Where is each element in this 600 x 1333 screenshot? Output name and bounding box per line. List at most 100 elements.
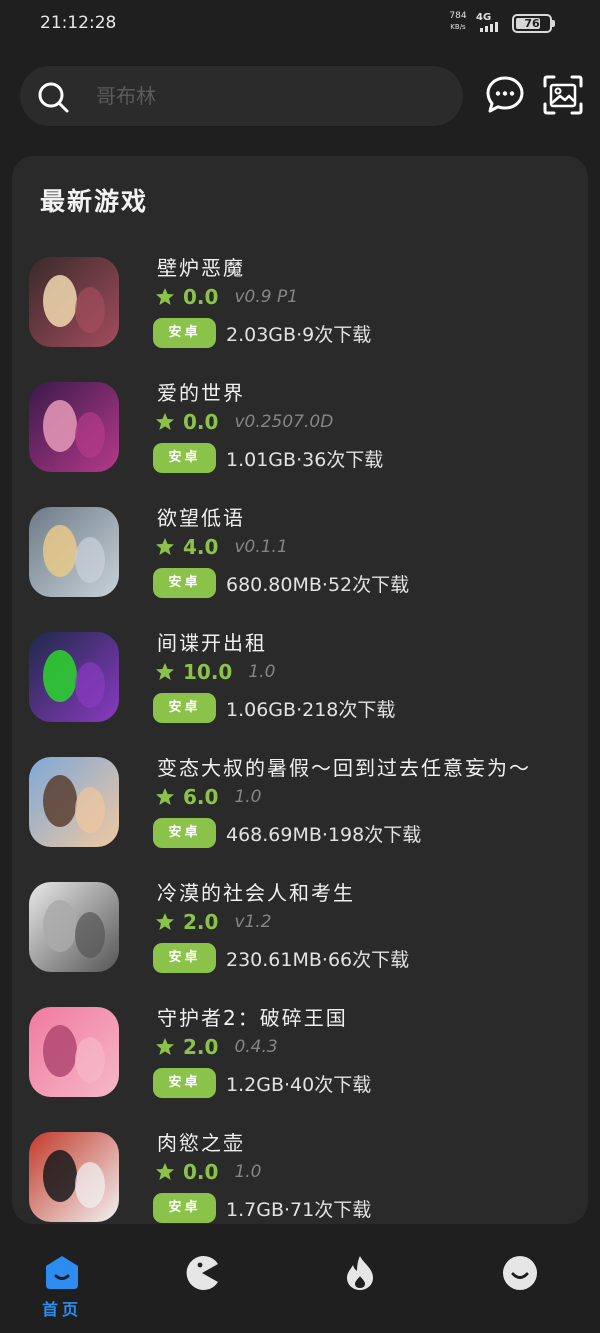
game-version: 1.0	[234, 787, 262, 807]
game-title[interactable]: 肉慾之壶	[157, 1127, 245, 1156]
search-bar[interactable]	[20, 66, 463, 126]
latest-games-card: 最新游戏 壁炉恶魔 0.0 v0.9 P1 安卓 2.03GB·9次下载 爱的世…	[12, 156, 588, 1224]
game-meta-row: 安卓 2.03GB·9次下载	[153, 318, 371, 348]
game-rating: 0.0	[183, 285, 219, 309]
game-rating: 0.0	[183, 1160, 219, 1184]
game-rating-row: 0.0 v0.9 P1	[155, 284, 298, 310]
game-cover-image[interactable]	[29, 382, 119, 472]
nav-games[interactable]	[162, 1248, 242, 1318]
nav-home[interactable]: 首页	[22, 1248, 102, 1320]
game-version: v1.2	[234, 912, 272, 932]
game-meta-row: 安卓 1.06GB·218次下载	[153, 693, 395, 723]
signal-indicator: 4G	[476, 12, 506, 34]
game-title[interactable]: 冷漠的社会人和考生	[157, 877, 355, 906]
game-rating-row: 2.0 0.4.3	[155, 1034, 278, 1060]
platform-badge: 安卓	[153, 1068, 216, 1098]
fire-icon[interactable]	[341, 1254, 379, 1292]
chat-bubble-icon[interactable]	[484, 74, 526, 116]
pacman-icon[interactable]	[183, 1254, 221, 1292]
star-icon	[156, 1163, 174, 1180]
nav-hot[interactable]	[320, 1248, 400, 1318]
game-list-item[interactable]: 变态大叔的暑假～回到过去任意妄为～ 6.0 1.0 安卓 468.69MB·19…	[12, 754, 588, 879]
game-rating-row: 2.0 v1.2	[155, 909, 272, 935]
game-title[interactable]: 爱的世界	[157, 377, 245, 406]
game-rating-row: 6.0 1.0	[155, 784, 261, 810]
game-list-item[interactable]: 间谍开出租 10.0 1.0 安卓 1.06GB·218次下载	[12, 629, 588, 754]
game-rating-row: 0.0 v0.2507.0D	[155, 409, 333, 435]
platform-badge: 安卓	[153, 318, 216, 348]
game-meta-row: 安卓 468.69MB·198次下载	[153, 818, 421, 848]
game-cover-image[interactable]	[29, 507, 119, 597]
smile-icon[interactable]	[501, 1254, 539, 1292]
game-title[interactable]: 守护者2：破碎王国	[157, 1002, 348, 1031]
game-list-item[interactable]: 壁炉恶魔 0.0 v0.9 P1 安卓 2.03GB·9次下载	[12, 254, 588, 379]
platform-badge: 安卓	[153, 568, 216, 598]
game-size-downloads: 1.06GB·218次下载	[226, 698, 396, 721]
game-list-item[interactable]: 冷漠的社会人和考生 2.0 v1.2 安卓 230.61MB·66次下载	[12, 879, 588, 1004]
game-cover-image[interactable]	[29, 882, 119, 972]
game-version: 1.0	[234, 1162, 262, 1182]
search-icon[interactable]	[36, 80, 70, 114]
star-icon	[156, 288, 174, 305]
game-size-downloads: 2.03GB·9次下载	[226, 323, 372, 346]
platform-badge: 安卓	[153, 1193, 216, 1223]
game-size-downloads: 1.2GB·40次下载	[226, 1073, 372, 1096]
network-speed-unit: KB/s	[450, 23, 466, 31]
game-size-downloads: 680.80MB·52次下载	[226, 573, 410, 596]
game-title[interactable]: 变态大叔的暑假～回到过去任意妄为～	[157, 752, 531, 781]
game-rating-row: 0.0 1.0	[155, 1159, 261, 1185]
platform-badge: 安卓	[153, 818, 216, 848]
search-input[interactable]	[96, 66, 436, 126]
platform-badge: 安卓	[153, 693, 216, 723]
game-rating: 2.0	[183, 910, 219, 934]
platform-badge: 安卓	[153, 943, 216, 973]
game-rating: 0.0	[183, 410, 219, 434]
home-icon[interactable]	[43, 1254, 81, 1292]
game-cover-image[interactable]	[29, 257, 119, 347]
game-cover-image[interactable]	[29, 1132, 119, 1222]
game-version: v0.9 P1	[234, 287, 299, 307]
game-list-item[interactable]: 爱的世界 0.0 v0.2507.0D 安卓 1.01GB·36次下载	[12, 379, 588, 504]
platform-badge: 安卓	[153, 443, 216, 473]
game-rating-row: 10.0 1.0	[155, 659, 275, 685]
game-meta-row: 安卓 1.7GB·71次下载	[153, 1193, 371, 1223]
status-time: 21:12:28	[40, 13, 117, 33]
game-rating: 6.0	[183, 785, 219, 809]
battery-level: 76	[524, 17, 540, 30]
bottom-nav: 首页	[0, 1236, 600, 1333]
game-version: v0.1.1	[234, 537, 288, 557]
section-title: 最新游戏	[40, 187, 149, 216]
game-meta-row: 安卓 680.80MB·52次下载	[153, 568, 409, 598]
game-meta-row: 安卓 230.61MB·66次下载	[153, 943, 409, 973]
game-version: v0.2507.0D	[234, 412, 334, 432]
game-title[interactable]: 欲望低语	[157, 502, 245, 531]
game-size-downloads: 1.01GB·36次下载	[226, 448, 384, 471]
game-meta-row: 安卓 1.01GB·36次下载	[153, 443, 383, 473]
game-rating: 10.0	[183, 660, 233, 684]
game-version: 1.0	[248, 662, 276, 682]
game-list-item[interactable]: 守护者2：破碎王国 2.0 0.4.3 安卓 1.2GB·40次下载	[12, 1004, 588, 1129]
game-cover-image[interactable]	[29, 757, 119, 847]
status-bar: 21:12:28 784 KB/s 4G 76	[0, 0, 600, 48]
game-meta-row: 安卓 1.2GB·40次下载	[153, 1068, 371, 1098]
game-title[interactable]: 壁炉恶魔	[157, 252, 245, 281]
game-cover-image[interactable]	[29, 632, 119, 722]
game-title[interactable]: 间谍开出租	[157, 627, 267, 656]
game-list: 壁炉恶魔 0.0 v0.9 P1 安卓 2.03GB·9次下载 爱的世界 0.0…	[12, 254, 588, 1224]
network-speed-value: 784	[449, 11, 467, 21]
game-cover-image[interactable]	[29, 1007, 119, 1097]
network-speed: 784 KB/s	[446, 11, 470, 33]
star-icon	[156, 1038, 174, 1055]
nav-home-label[interactable]: 首页	[22, 1296, 102, 1320]
star-icon	[156, 663, 174, 680]
image-search-icon[interactable]	[542, 74, 584, 116]
game-size-downloads: 1.7GB·71次下载	[226, 1198, 372, 1221]
star-icon	[156, 913, 174, 930]
star-icon	[156, 538, 174, 555]
game-size-downloads: 468.69MB·198次下载	[226, 823, 422, 846]
star-icon	[156, 788, 174, 805]
game-list-item[interactable]: 欲望低语 4.0 v0.1.1 安卓 680.80MB·52次下载	[12, 504, 588, 629]
game-list-item[interactable]: 肉慾之壶 0.0 1.0 安卓 1.7GB·71次下载	[12, 1129, 588, 1224]
nav-profile[interactable]	[480, 1248, 560, 1318]
game-rating: 4.0	[183, 535, 219, 559]
